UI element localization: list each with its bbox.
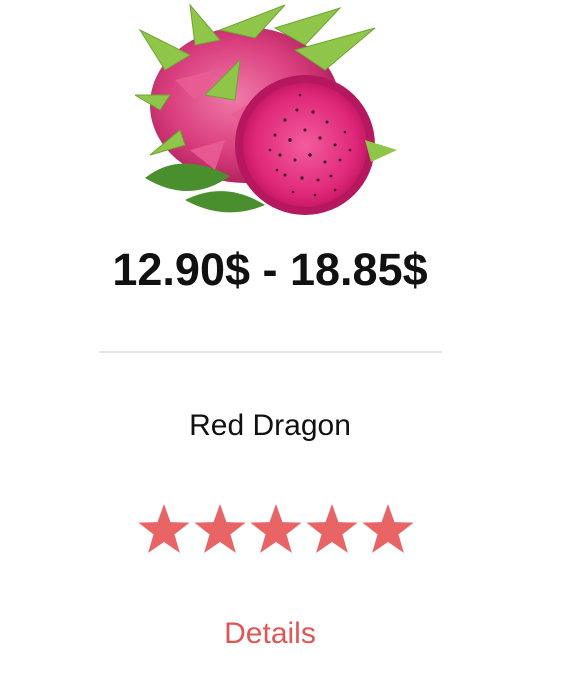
product-price: 12.90$ - 18.85$ (112, 244, 428, 295)
details-link[interactable]: Details (0, 613, 540, 655)
product-name: Red Dragon (189, 409, 351, 442)
divider (99, 351, 442, 353)
dragon-fruit-image[interactable] (135, 0, 405, 222)
star-rating (138, 504, 414, 553)
product-card: 12.90$ - 18.85$ Red Dragon Details (0, 0, 540, 686)
star-icon (138, 504, 190, 553)
sliced-fruit-flesh (243, 83, 367, 207)
star-icon (250, 504, 302, 553)
star-icon (306, 504, 358, 553)
star-icon (194, 504, 246, 553)
star-icon (362, 504, 414, 553)
